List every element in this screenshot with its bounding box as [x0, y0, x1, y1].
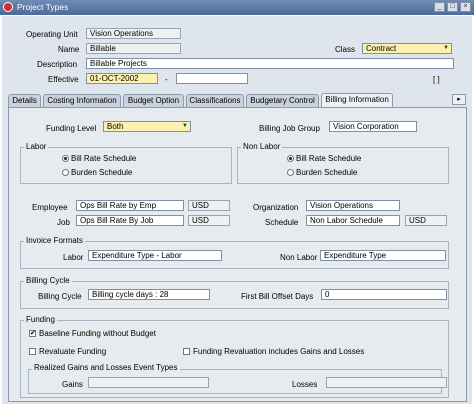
job-label: Job [57, 218, 70, 227]
baseline-funding-checkbox[interactable]: ✔ [29, 330, 36, 337]
billing-cycle-label: Billing Cycle [38, 292, 82, 301]
tab-budget-option[interactable]: Budget Option [123, 94, 184, 107]
billing-cycle-title: Billing Cycle [24, 276, 72, 285]
schedule-label: Schedule [265, 218, 299, 227]
descriptive-flexfield-bracket[interactable]: [ ] [433, 75, 440, 84]
invoice-non-labor-format-field[interactable]: Expenditure Type [320, 250, 446, 261]
non-labor-bill-rate-label: Bill Rate Schedule [296, 154, 362, 163]
baseline-funding-label: Baseline Funding without Budget [39, 329, 156, 338]
job-currency-field: USD [188, 215, 230, 226]
invoice-labor-format-field[interactable]: Expenditure Type - Labor [88, 250, 222, 261]
revaluate-funding-label: Revaluate Funding [39, 347, 107, 356]
oracle-app-icon [3, 2, 13, 12]
employee-schedule-field[interactable]: Ops Bill Rate by Emp [76, 200, 184, 211]
gains-label: Gains [62, 380, 83, 389]
revaluation-gains-losses-checkbox[interactable] [183, 348, 190, 355]
employee-label: Employee [32, 203, 68, 212]
tab-details[interactable]: Details [8, 94, 41, 107]
job-schedule-field[interactable]: Ops Bill Rate By Job [76, 215, 184, 226]
chevron-down-icon[interactable]: ▼ [441, 44, 451, 53]
gains-event-type-field[interactable] [88, 377, 209, 388]
effective-label: Effective [48, 75, 79, 84]
labor-bill-rate-radio[interactable] [62, 155, 69, 162]
losses-event-type-field[interactable] [326, 377, 447, 388]
organization-label: Organization [253, 203, 299, 212]
class-select[interactable]: Contract ▼ [362, 43, 452, 54]
minimize-button[interactable]: _ [434, 2, 445, 12]
tab-classifications[interactable]: Classifications [186, 94, 244, 107]
revaluation-gains-losses-label: Funding Revaluation includes Gains and L… [193, 347, 365, 356]
labor-bill-rate-label: Bill Rate Schedule [71, 154, 137, 163]
operating-unit-label: Operating Unit [26, 30, 78, 39]
tab-scroll-right-icon[interactable]: ▸ [452, 94, 466, 105]
tab-budgetary-control[interactable]: Budgetary Control [246, 94, 319, 107]
non-labor-schedule-field[interactable]: Non Labor Schedule [306, 215, 400, 226]
window-titlebar: Project Types _ □ × [0, 0, 474, 15]
maximize-button[interactable]: □ [447, 2, 458, 12]
labor-burden-radio[interactable] [62, 169, 69, 176]
first-bill-offset-label: First Bill Offset Days [241, 292, 314, 301]
non-labor-burden-label: Burden Schedule [296, 168, 358, 177]
revaluate-funding-checkbox[interactable] [29, 348, 36, 355]
effective-separator: - [165, 75, 168, 84]
description-field[interactable]: Billable Projects [86, 58, 454, 69]
chevron-down-icon[interactable]: ▼ [180, 122, 190, 131]
losses-label: Losses [292, 380, 318, 389]
operating-unit-field[interactable]: Vision Operations [86, 28, 181, 39]
description-label: Description [37, 60, 78, 69]
tab-costing-information[interactable]: Costing Information [43, 94, 121, 107]
funding-level-label: Funding Level [46, 124, 97, 133]
window-title: Project Types [17, 2, 69, 12]
realized-gains-losses-title: Realized Gains and Losses Event Types [32, 363, 180, 372]
name-field[interactable]: Billable [86, 43, 181, 54]
effective-from-field[interactable]: 01-OCT-2002 [86, 73, 158, 84]
organization-field[interactable]: Vision Operations [306, 200, 400, 211]
class-label: Class [335, 45, 356, 54]
labor-group-title: Labor [24, 142, 49, 151]
invoice-labor-label: Labor [63, 253, 84, 262]
billing-job-group-label: Billing Job Group [259, 124, 320, 133]
billing-cycle-field[interactable]: Billing cycle days : 28 [88, 289, 210, 300]
billing-job-group-field[interactable]: Vision Corporation [329, 121, 417, 132]
non-labor-burden-radio[interactable] [287, 169, 294, 176]
non-labor-group-title: Non Labor [241, 142, 283, 151]
funding-level-select[interactable]: Both ▼ [103, 121, 191, 132]
name-label: Name [58, 45, 80, 54]
class-value: Contract [366, 44, 397, 53]
funding-level-value: Both [107, 122, 124, 131]
non-labor-bill-rate-radio[interactable] [287, 155, 294, 162]
funding-title: Funding [24, 315, 57, 324]
labor-group [20, 147, 232, 184]
non-labor-group [237, 147, 449, 184]
effective-to-field[interactable] [176, 73, 248, 84]
schedule-currency-field: USD [405, 215, 447, 226]
invoice-formats-title: Invoice Formats [24, 236, 85, 245]
close-button[interactable]: × [460, 2, 471, 12]
employee-currency-field: USD [188, 200, 230, 211]
invoice-non-labor-label: Non Labor [280, 253, 318, 262]
labor-burden-label: Burden Schedule [71, 168, 133, 177]
tab-billing-information[interactable]: Billing Information [321, 93, 393, 107]
first-bill-offset-field[interactable]: 0 [321, 289, 447, 300]
